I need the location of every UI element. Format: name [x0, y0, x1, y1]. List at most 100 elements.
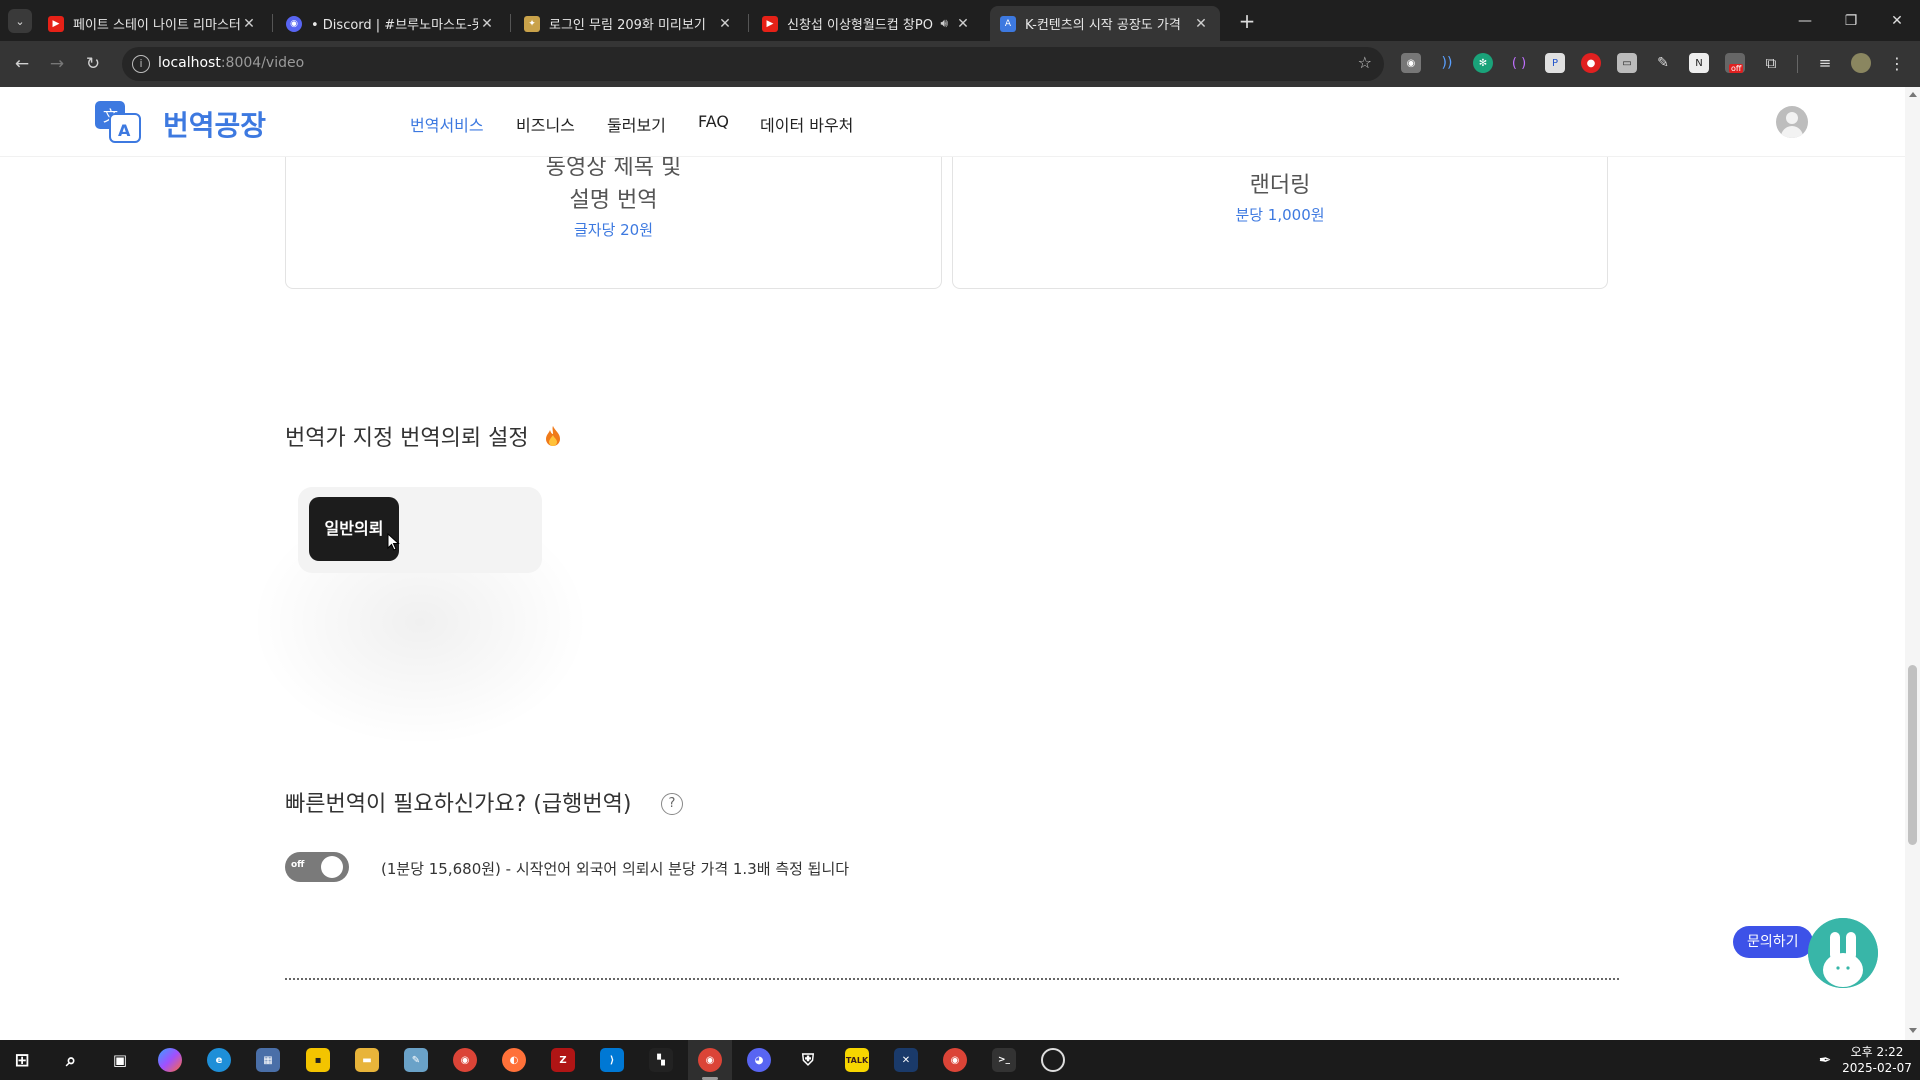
- vscode-icon[interactable]: ⟩: [600, 1048, 624, 1072]
- restore-icon[interactable]: ❐: [1828, 0, 1874, 41]
- help-icon[interactable]: ?: [661, 793, 683, 815]
- reload-icon[interactable]: ↻: [80, 51, 106, 77]
- windows-start-icon[interactable]: ⊞: [10, 1048, 34, 1072]
- chrome-profile-icon[interactable]: ◉: [943, 1048, 967, 1072]
- speedometer-icon[interactable]: [1041, 1048, 1065, 1072]
- nav-faq[interactable]: FAQ: [698, 112, 729, 131]
- notion-extension-icon[interactable]: N: [1689, 53, 1709, 73]
- user-avatar[interactable]: [1776, 106, 1808, 138]
- url-text[interactable]: localhost:8004/video: [158, 55, 304, 71]
- kakaotalk-icon[interactable]: TALK: [845, 1048, 869, 1072]
- firefox-icon[interactable]: ◐: [502, 1048, 526, 1072]
- close-tab-icon[interactable]: ✕: [716, 16, 734, 32]
- page-viewport: 동영상 제목 및 설명 번역 글자당 20원 랜더링 분당 1,000원 文 A…: [0, 87, 1920, 1040]
- browser-tab-strip: ⌄ ▶ 페이트 스테이 나이트 리마스터 ✕ ◉ • Discord | #브루…: [0, 0, 1920, 41]
- minimize-icon[interactable]: —: [1782, 0, 1828, 41]
- card-price: 글자당 20원: [573, 221, 654, 239]
- close-window-icon[interactable]: ✕: [1874, 0, 1920, 41]
- sourcetree-icon[interactable]: ✕: [894, 1048, 918, 1072]
- tab-title: 신창섭 이상형월드컵 창PO: [787, 18, 933, 33]
- discord-taskbar-icon[interactable]: ◕: [747, 1048, 771, 1072]
- bookmark-star-icon[interactable]: ☆: [1358, 53, 1372, 72]
- speaker-icon[interactable]: 🔊︎: [940, 16, 948, 31]
- nav-translation-service[interactable]: 번역서비스: [410, 112, 484, 136]
- toggle-knob: [321, 856, 343, 878]
- profile-avatar-icon[interactable]: [1851, 53, 1871, 73]
- pen-tray-icon[interactable]: ✒: [1813, 1048, 1837, 1072]
- tab-title: 로그인 무림 209화 미리보기: [549, 18, 706, 33]
- copilot-icon[interactable]: [158, 1048, 182, 1072]
- terminal-icon[interactable]: >_: [992, 1048, 1016, 1072]
- fire-icon: [545, 426, 560, 446]
- scroll-down-arrow[interactable]: [1909, 1028, 1917, 1033]
- file-explorer-icon[interactable]: ▬: [355, 1048, 379, 1072]
- browser-tab[interactable]: ✦ 로그인 무림 209화 미리보기 ✕: [514, 6, 744, 41]
- urgent-toggle[interactable]: off: [285, 852, 349, 882]
- audio-extension-icon[interactable]: )): [1437, 53, 1457, 73]
- site-info-icon[interactable]: i: [132, 55, 150, 73]
- request-type-selector: 일반의뢰: [298, 487, 542, 573]
- close-tab-icon[interactable]: ✕: [478, 16, 496, 32]
- nav-business[interactable]: 비즈니스: [516, 112, 575, 136]
- nav-explore[interactable]: 둘러보기: [607, 112, 666, 136]
- browser-menu-icon[interactable]: ⋮: [1887, 53, 1907, 73]
- svg-text:A: A: [118, 121, 131, 140]
- pen-extension-icon[interactable]: ✎: [1653, 53, 1673, 73]
- discord-icon: ◉: [286, 15, 302, 32]
- scrollbar-thumb[interactable]: [1908, 665, 1917, 845]
- general-request-button[interactable]: 일반의뢰: [309, 497, 400, 561]
- address-bar[interactable]: i localhost:8004/video ☆: [122, 47, 1384, 81]
- adblock-extension-icon[interactable]: off: [1725, 53, 1745, 73]
- browser-tab[interactable]: ▶ 페이트 스테이 나이트 리마스터 ✕: [38, 6, 268, 41]
- nav-data-voucher[interactable]: 데이터 바우처: [760, 112, 853, 136]
- translator-section-title: 번역가 지정 번역의뢰 설정: [285, 420, 562, 452]
- forward-icon[interactable]: →: [44, 51, 70, 77]
- extensions-puzzle-icon[interactable]: ⧉: [1761, 53, 1781, 73]
- filezilla-icon[interactable]: Z: [551, 1048, 575, 1072]
- close-tab-icon[interactable]: ✕: [240, 16, 258, 32]
- notepad-icon[interactable]: ✎: [404, 1048, 428, 1072]
- media-control-icon[interactable]: ≡: [1815, 53, 1835, 73]
- calculator-icon[interactable]: ▦: [256, 1048, 280, 1072]
- tab-title: • Discord | #브루노마스도-못숨: [311, 18, 478, 33]
- youtube-icon: ▶: [48, 15, 64, 32]
- papago-extension-icon[interactable]: P: [1545, 53, 1565, 73]
- card-title: 랜더링: [1249, 173, 1311, 198]
- sticky-notes-icon[interactable]: ▪: [306, 1048, 330, 1072]
- tab-search-button[interactable]: ⌄: [8, 9, 32, 33]
- browser-tab[interactable]: ◉ • Discord | #브루노마스도-못숨 ✕: [276, 6, 506, 41]
- toggle-label: off: [291, 860, 305, 870]
- new-tab-button[interactable]: +: [1234, 8, 1260, 34]
- close-tab-icon[interactable]: ✕: [954, 16, 972, 32]
- logo-icon[interactable]: 文 A: [95, 101, 141, 143]
- close-tab-icon[interactable]: ✕: [1192, 16, 1210, 32]
- record-extension-icon[interactable]: ●: [1581, 53, 1601, 73]
- scroll-up-arrow[interactable]: [1909, 92, 1917, 97]
- tab-title: 페이트 스테이 나이트 리마스터: [73, 18, 240, 33]
- security-shield-icon[interactable]: ⛨: [796, 1048, 820, 1072]
- chrome-active-icon[interactable]: ◉: [698, 1048, 722, 1072]
- browser-tab-active[interactable]: A K-컨텐츠의 시작 공장도 가격 ✕: [990, 6, 1220, 41]
- scrollbar[interactable]: [1905, 87, 1920, 1040]
- app-grid-icon[interactable]: ▚: [649, 1048, 673, 1072]
- tab-title: K-컨텐츠의 시작 공장도 가격: [1025, 18, 1181, 33]
- logo-text[interactable]: 번역공장: [163, 104, 266, 144]
- browser-toolbar: ← → ↻ i localhost:8004/video ☆ ◉ )) ✻ ( …: [0, 41, 1920, 87]
- bracket-extension-icon[interactable]: ( ): [1509, 53, 1529, 73]
- urgent-section-title: 빠른번역이 필요하신가요? (급행번역): [285, 792, 632, 817]
- clock[interactable]: 오후 2:22 2025-02-07: [1838, 1044, 1916, 1076]
- card-price: 분당 1,000원: [1235, 206, 1325, 224]
- urgent-description: (1분당 15,680원) - 시작언어 외국어 의뢰시 분당 가격 1.3배 …: [381, 860, 850, 878]
- edge-icon[interactable]: e: [207, 1048, 231, 1072]
- browser-tab[interactable]: ▶ 신창섭 이상형월드컵 창PO 🔊︎ ✕: [752, 6, 982, 41]
- bunny-mascot-icon[interactable]: [1808, 918, 1878, 988]
- search-icon[interactable]: ⌕: [59, 1048, 83, 1072]
- task-view-icon[interactable]: ▣: [108, 1048, 132, 1072]
- taskbar: ⊞ ⌕ ▣ e ▦ ▪ ▬ ✎ ◉ ◐ Z ⟩ ▚ ◉ ◕ ⛨ TALK ✕ ◉…: [0, 1040, 1920, 1080]
- inquiry-button[interactable]: 문의하기: [1733, 926, 1813, 958]
- back-icon[interactable]: ←: [9, 51, 35, 77]
- openai-extension-icon[interactable]: ✻: [1473, 53, 1493, 73]
- chrome-icon[interactable]: ◉: [453, 1048, 477, 1072]
- keyboard-extension-icon[interactable]: ▭: [1617, 53, 1637, 73]
- camera-extension-icon[interactable]: ◉: [1401, 53, 1421, 73]
